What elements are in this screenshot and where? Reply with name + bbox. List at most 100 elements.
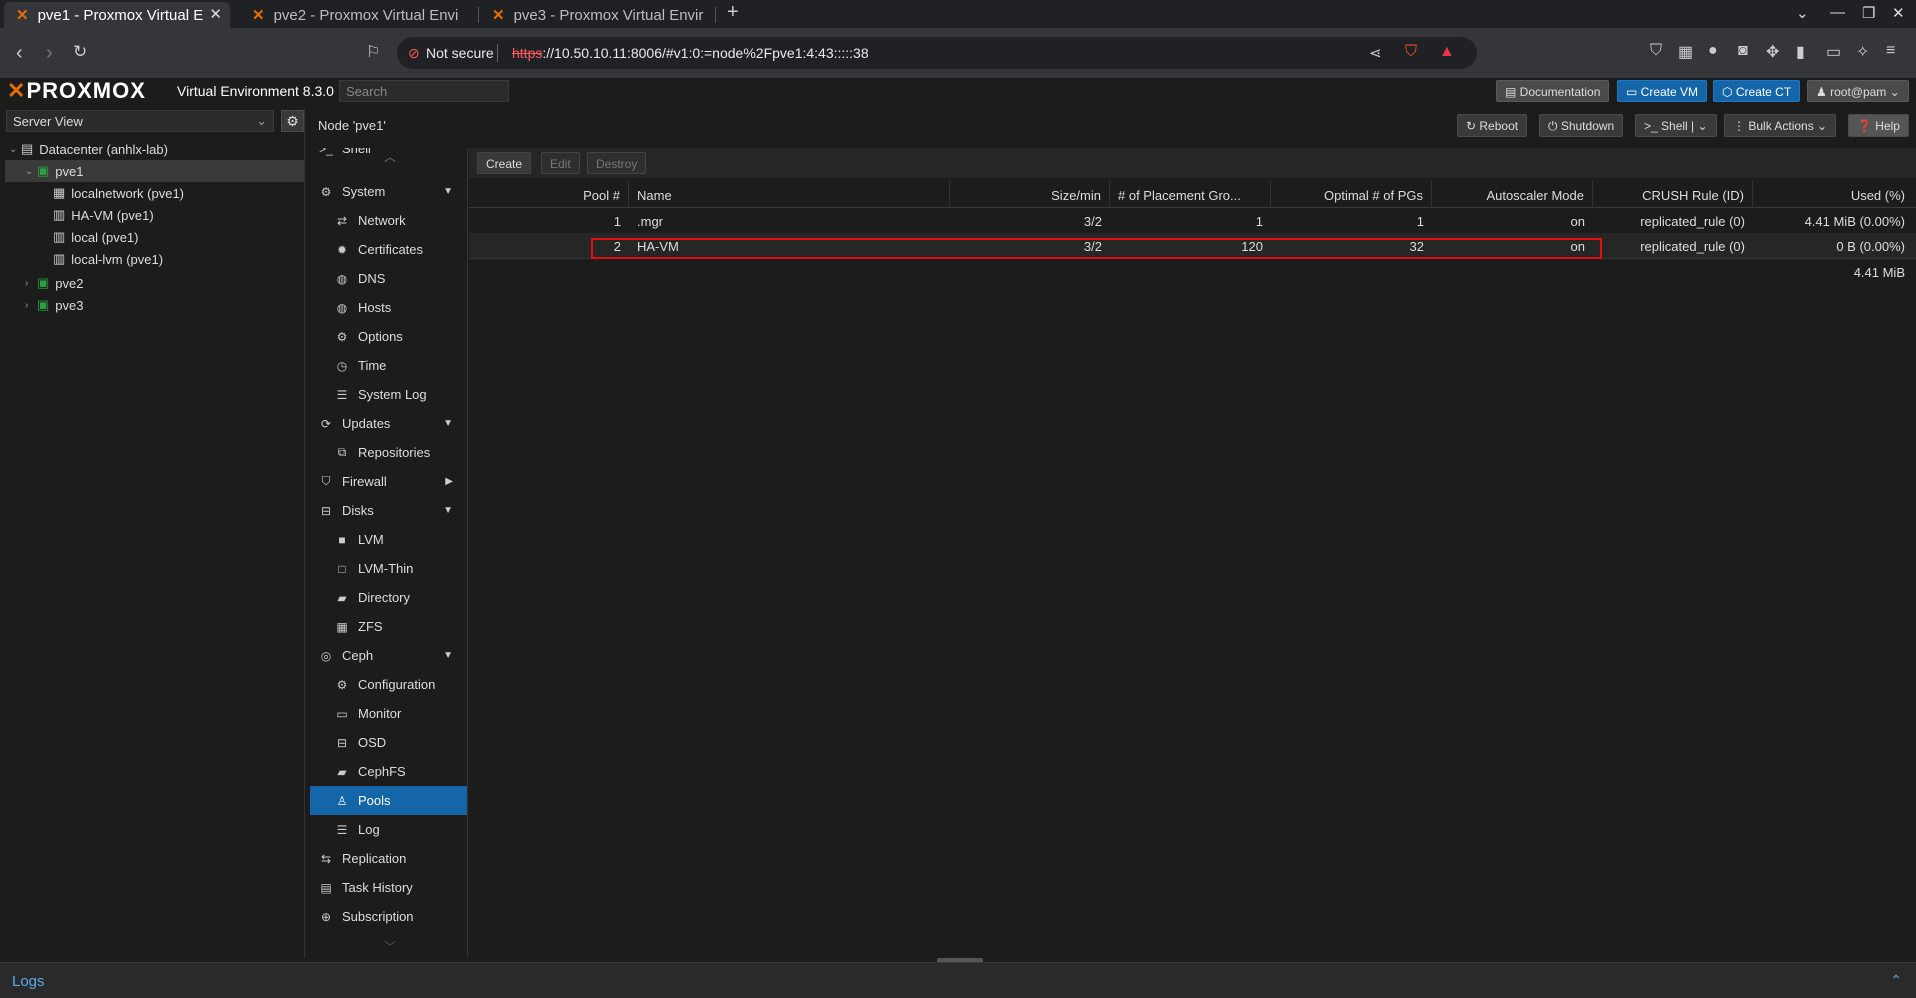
menu-item-certificates[interactable]: ✹ Certificates — [310, 235, 467, 264]
col-size-min[interactable]: Size/min — [950, 181, 1110, 208]
new-tab-icon[interactable]: + — [727, 1, 739, 24]
menu-item-task-history[interactable]: ▤ Task History — [310, 873, 467, 902]
table-row[interactable]: 1 .mgr 3/2 1 1 on replicated_rule (0) 4.… — [469, 208, 1916, 233]
create-ct-button[interactable]: ⬡ Create CT — [1713, 80, 1801, 102]
menu-item-ceph[interactable]: ◎ Ceph ▼ — [310, 641, 467, 670]
tree-item-datacenter[interactable]: ⌄ ▤ Datacenter (anhlx-lab) — [5, 138, 304, 160]
search-input[interactable]: Search — [339, 80, 509, 102]
brave-shield-icon[interactable]: ⛉ — [1405, 43, 1417, 61]
col-pool-id[interactable]: Pool # — [469, 181, 629, 208]
expand-toggle-icon[interactable]: › — [25, 300, 37, 311]
extension-shield-icon[interactable]: ⛉ — [1650, 42, 1662, 60]
menu-item-system-log[interactable]: ☰ System Log — [310, 380, 467, 409]
reboot-button[interactable]: ↻ Reboot — [1457, 114, 1528, 137]
menu-item-pools[interactable]: ♙ Pools — [310, 786, 467, 815]
close-tab-icon[interactable]: ✕ — [209, 5, 222, 23]
expand-toggle-icon[interactable]: ⌄ — [9, 144, 21, 155]
menu-item-subscription[interactable]: ⊕ Subscription — [310, 902, 467, 931]
address-bar[interactable]: ⊘ Not secure https://10.50.10.11:8006/#v… — [397, 37, 1477, 69]
browser-tab-pve3[interactable]: ✕ pve3 - Proxmox Virtual Envir — [480, 2, 710, 28]
tree-item-pve3[interactable]: › ▣ pve3 — [5, 294, 304, 316]
menu-item-hosts[interactable]: ◍ Hosts — [310, 293, 467, 322]
documentation-button[interactable]: ▤ Documentation — [1496, 80, 1610, 102]
tree-item-pve1[interactable]: ⌄ ▣ pve1 — [5, 160, 304, 182]
edit-pool-button[interactable]: Edit — [541, 152, 580, 174]
menu-item-updates[interactable]: ⟳ Updates ▼ — [310, 409, 467, 438]
back-icon[interactable]: ‹ — [16, 42, 23, 65]
wallet-icon[interactable]: ▭ — [1826, 42, 1841, 62]
expand-up-icon[interactable]: ⌃ — [1890, 972, 1902, 989]
create-vm-button[interactable]: ▭ Create VM — [1617, 80, 1708, 102]
close-window-icon[interactable]: ✕ — [1892, 4, 1905, 22]
help-button[interactable]: ❓ Help — [1848, 114, 1909, 137]
menu-item-directory[interactable]: ▰ Directory — [310, 583, 467, 612]
menu-item-system[interactable]: ⚙ System ▼ — [310, 177, 467, 206]
reload-icon[interactable]: ↻ — [73, 42, 87, 62]
menu-item-firewall[interactable]: ⛉ Firewall ▶ — [310, 467, 467, 496]
menu-item-cephfs[interactable]: ▰ CephFS — [310, 757, 467, 786]
shutdown-button[interactable]: ⏻ Shutdown — [1539, 114, 1624, 137]
menu-item-lvm[interactable]: ■ LVM — [310, 525, 467, 554]
tree-item-local-storage[interactable]: ▥ local (pve1) — [5, 226, 304, 248]
menu-item-repositories[interactable]: ⧉ Repositories — [310, 438, 467, 467]
tree-item-pve2[interactable]: › ▣ pve2 — [5, 272, 304, 294]
cell-pgs: 1 — [1255, 214, 1263, 229]
expand-toggle-icon[interactable]: ⌄ — [25, 166, 37, 177]
col-optimal-pgs[interactable]: Optimal # of PGs — [1271, 181, 1432, 208]
tab-list-chevron-icon[interactable]: ⌄ — [1796, 4, 1809, 22]
total-used: 4.41 MiB — [1853, 265, 1905, 280]
col-placement-groups[interactable]: # of Placement Gro... — [1110, 181, 1271, 208]
menu-item-disks[interactable]: ⊟ Disks ▼ — [310, 496, 467, 525]
expand-toggle-icon[interactable]: › — [25, 278, 37, 289]
gear-icon[interactable]: ⚙ — [281, 110, 304, 132]
logs-panel-header[interactable]: Logs ⌃ — [0, 962, 1916, 998]
menu-item-configuration[interactable]: ⚙ Configuration — [310, 670, 467, 699]
menu-icon[interactable]: ≡ — [1886, 42, 1895, 60]
menu-item-monitor[interactable]: ▭ Monitor — [310, 699, 467, 728]
forward-icon[interactable]: › — [46, 42, 53, 65]
brave-rewards-icon[interactable]: ▲ — [1439, 43, 1455, 61]
menu-item-time[interactable]: ◷ Time — [310, 351, 467, 380]
col-name[interactable]: Name — [629, 181, 950, 208]
extensions-puzzle-icon[interactable]: ✥ — [1766, 42, 1779, 62]
share-icon[interactable]: ⋖ — [1369, 44, 1382, 62]
menu-item-network[interactable]: ⇄ Network — [310, 206, 467, 235]
menu-item-options[interactable]: ⚙ Options — [310, 322, 467, 351]
camera-icon[interactable]: ◙ — [1738, 42, 1748, 60]
menu-item-shell[interactable]: >_ Shell — [310, 148, 467, 163]
menu-item-log[interactable]: ☰ Log — [310, 815, 467, 844]
create-pool-button[interactable]: Create — [477, 152, 532, 174]
server-view-select[interactable]: Server View ⌄ — [6, 110, 274, 132]
tree-item-ha-vm-storage[interactable]: ▥ HA-VM (pve1) — [5, 204, 304, 226]
url-text[interactable]: https://10.50.10.11:8006/#v1:0:=node%2Fp… — [512, 45, 869, 61]
col-autoscaler-mode[interactable]: Autoscaler Mode — [1432, 181, 1593, 208]
col-crush-rule[interactable]: CRUSH Rule (ID) — [1593, 181, 1753, 208]
scroll-down-icon[interactable]: ﹀ — [384, 938, 396, 955]
leo-ai-icon[interactable]: ✧ — [1856, 42, 1869, 62]
browser-tab-pve1[interactable]: ✕ pve1 - Proxmox Virtual E ✕ — [4, 2, 230, 28]
sidebar-toggle-icon[interactable]: ▮ — [1796, 42, 1805, 62]
bulk-actions-button[interactable]: ⋮ Bulk Actions ⌄ — [1724, 114, 1837, 137]
menu-item-replication[interactable]: ⇆ Replication — [310, 844, 467, 873]
gear-icon: ⚙ — [320, 184, 332, 199]
menu-item-osd[interactable]: ⊟ OSD — [310, 728, 467, 757]
record-icon[interactable]: ● — [1708, 42, 1718, 60]
browser-tab-pve2[interactable]: ✕ pve2 - Proxmox Virtual Envi — [240, 2, 470, 28]
menu-item-dns[interactable]: ◍ DNS — [310, 264, 467, 293]
menu-item-lvm-thin[interactable]: □ LVM-Thin — [310, 554, 467, 583]
tree-item-local-lvm-storage[interactable]: ▥ local-lvm (pve1) — [5, 248, 304, 270]
col-used[interactable]: Used (%) — [1753, 181, 1913, 208]
qr-code-icon[interactable]: ▦ — [1678, 42, 1693, 62]
node-online-icon: ▣ — [37, 297, 50, 312]
globe-icon: ◍ — [336, 271, 348, 286]
tree-item-localnetwork[interactable]: ▦ localnetwork (pve1) — [5, 182, 304, 204]
minimize-icon[interactable]: — — [1830, 4, 1845, 21]
user-menu-button[interactable]: ♟ root@pam ⌄ — [1807, 80, 1909, 102]
version-label: Virtual Environment 8.3.0 — [177, 83, 334, 99]
shell-button[interactable]: >_ Shell | ⌄ — [1635, 114, 1717, 137]
bookmark-icon[interactable]: ⚐ — [366, 42, 380, 62]
menu-item-zfs[interactable]: ▦ ZFS — [310, 612, 467, 641]
maximize-icon[interactable]: ❐ — [1862, 4, 1875, 22]
destroy-pool-button[interactable]: Destroy — [587, 152, 647, 174]
not-secure-label[interactable]: Not secure — [426, 45, 494, 61]
